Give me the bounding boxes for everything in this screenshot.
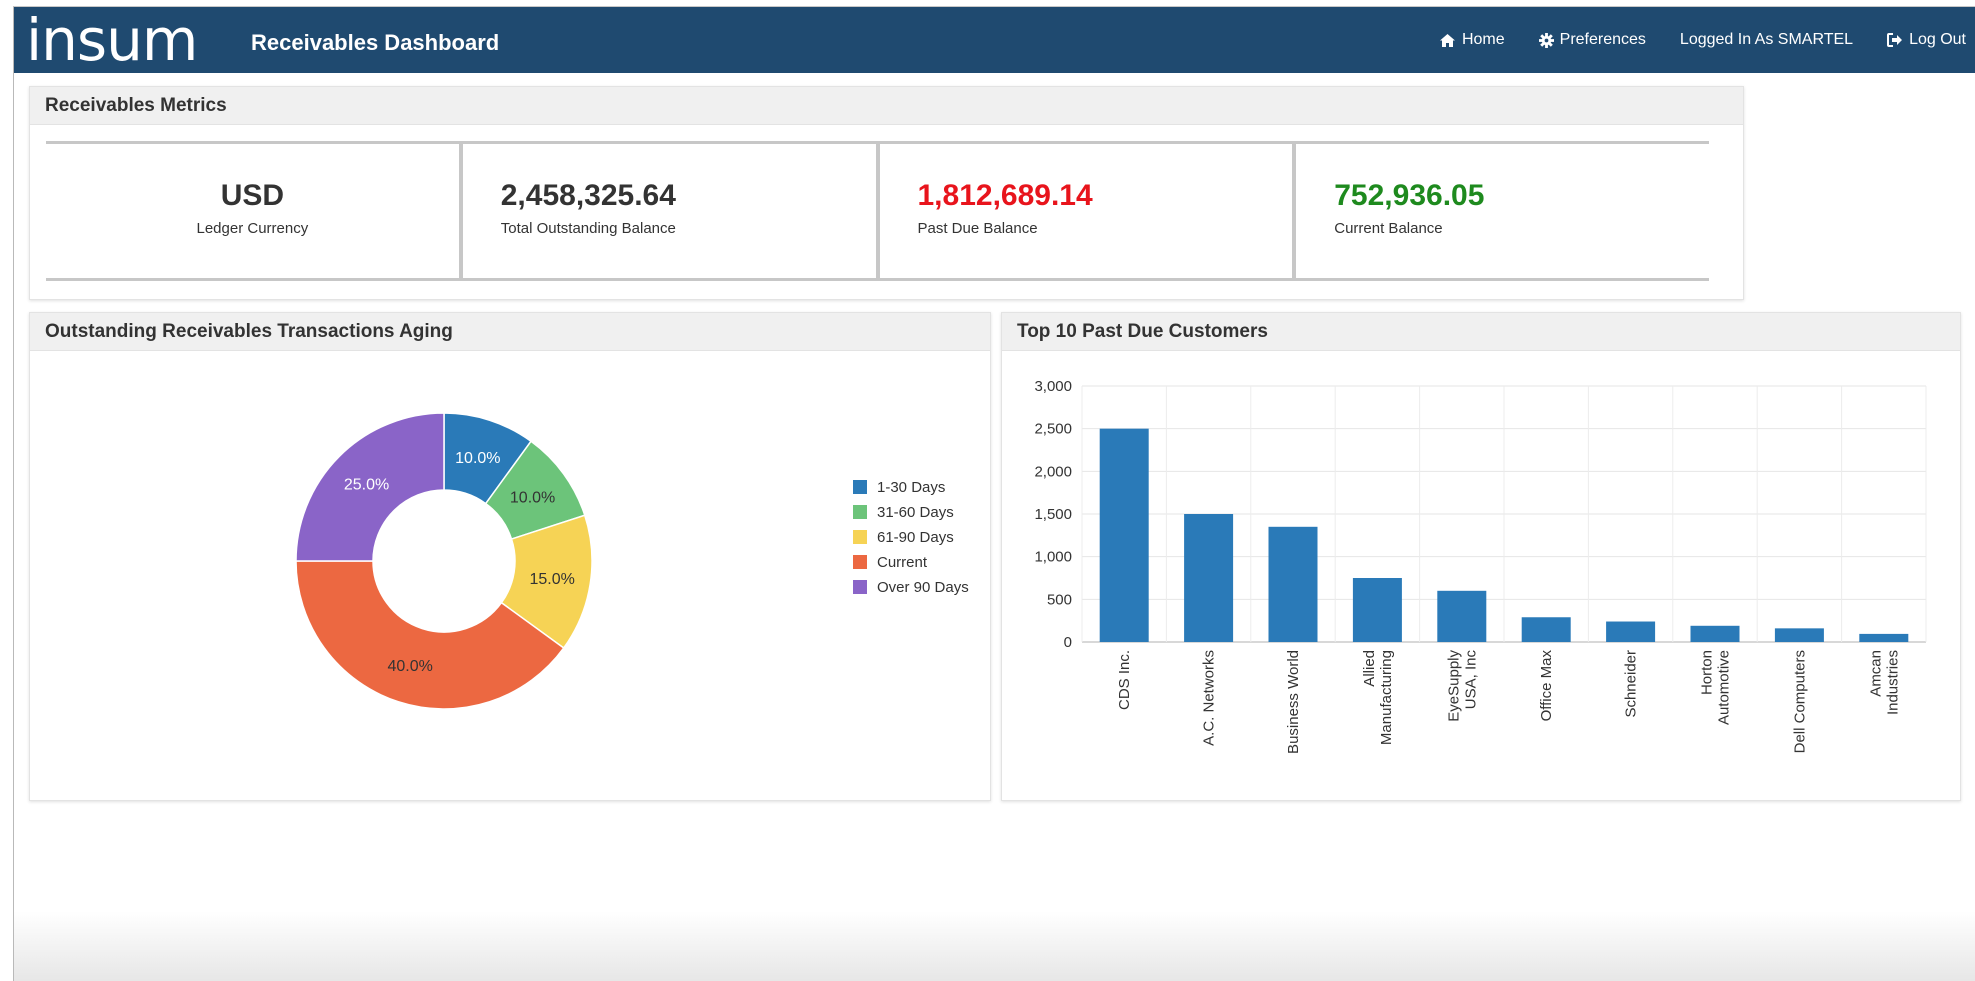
- aging-donut-chart: 10.0% 10.0% 15.0% 40.0% 25.0% 1-30 Days 31-60 …: [295, 412, 969, 710]
- x-tick-label-group: Allied Manufacturing: [1361, 650, 1395, 745]
- nav-logout-link[interactable]: Log Out: [1887, 31, 1966, 49]
- donut-data-label: 25.0%: [344, 477, 389, 494]
- y-tick-label: 3,000: [1034, 378, 1072, 395]
- bar: [1352, 578, 1402, 642]
- x-tick-label: Automotive: [1716, 650, 1733, 725]
- logged-in-user-label: Logged In As SMARTEL: [1679, 31, 1854, 48]
- x-tick-label-group: CDS Inc.: [1116, 650, 1133, 710]
- y-tick-label: 0: [1064, 634, 1072, 651]
- x-tick-label-group: A.C. Networks: [1201, 650, 1218, 746]
- bar: [1437, 590, 1487, 642]
- metric-ledger-currency: USD Ledger Currency: [46, 144, 463, 278]
- x-tick-label: CDS Inc.: [1116, 650, 1133, 710]
- x-tick-label: EyeSupply: [1445, 650, 1462, 722]
- x-tick-label-group: Schneider: [1623, 650, 1640, 718]
- y-tick-label: 500: [1047, 591, 1072, 608]
- metric-value: 752,936.05: [1334, 179, 1485, 212]
- legend-swatch: [853, 530, 867, 544]
- logged-in-user[interactable]: Logged In As SMARTEL: [1680, 31, 1853, 49]
- x-tick-label: Office Max: [1538, 650, 1555, 722]
- nav-home-label: Home: [1461, 31, 1505, 48]
- donut-data-label: 15.0%: [529, 571, 574, 588]
- home-icon: [1439, 33, 1456, 48]
- legend-label: 1-30 Days: [877, 479, 945, 496]
- legend-swatch: [853, 480, 867, 494]
- legend-swatch: [853, 555, 867, 569]
- top-customers-panel: Top 10 Past Due Customers 0 500 1,000 1,500…: [1001, 312, 1961, 801]
- x-tick-label-group: Horton Automotive: [1699, 650, 1733, 725]
- x-tick-label: Manufacturing: [1378, 650, 1395, 745]
- aging-panel: Outstanding Receivables Transactions Agi…: [29, 312, 991, 801]
- y-tick-label: 1,000: [1034, 549, 1072, 566]
- bar: [1606, 621, 1656, 642]
- nav-preferences-label: Preferences: [1559, 31, 1646, 48]
- panel-title: Outstanding Receivables Transactions Agi…: [30, 313, 990, 351]
- x-tick-label-group: EyeSupply USA, Inc: [1445, 650, 1479, 722]
- legend-swatch: [853, 580, 867, 594]
- bar: [1099, 428, 1149, 642]
- bar: [1859, 633, 1909, 642]
- metric-past-due: 1,812,689.14 Past Due Balance: [880, 144, 1297, 278]
- metric-value: USD: [220, 179, 285, 212]
- gear-icon: [1538, 32, 1554, 48]
- y-tick-label: 2,500: [1034, 421, 1072, 438]
- bar: [1774, 628, 1824, 642]
- panel-title: Top 10 Past Due Customers: [1002, 313, 1960, 351]
- legend-label: Over 90 Days: [877, 579, 969, 596]
- x-tick-label-group: Amcan Industries: [1867, 650, 1901, 715]
- panel-title: Receivables Metrics: [30, 87, 1743, 125]
- top-navbar: insum Receivables Dashboard Home Prefere…: [14, 7, 1975, 73]
- metric-label: Ledger Currency: [196, 220, 309, 237]
- bar: [1184, 514, 1234, 642]
- x-tick-label: A.C. Networks: [1201, 650, 1218, 746]
- logout-icon: [1887, 33, 1903, 47]
- bar: [1521, 617, 1571, 642]
- legend-swatch: [853, 505, 867, 519]
- legend-label: 61-90 Days: [877, 529, 954, 546]
- donut-data-label: 40.0%: [387, 658, 432, 675]
- bar: [1690, 625, 1740, 642]
- x-tick-label: Dell Computers: [1791, 650, 1808, 753]
- insum-logo[interactable]: insum: [26, 9, 198, 71]
- x-tick-label: Industries: [1884, 650, 1901, 715]
- bar: [1268, 526, 1318, 642]
- top-customers-bar-chart: 0 500 1,000 1,500 2,000 2,500 3,000 CDS Inc. A.C…: [1034, 378, 1927, 754]
- donut-data-label: 10.0%: [510, 490, 555, 507]
- x-tick-label: Schneider: [1623, 650, 1640, 718]
- metric-label: Current Balance: [1334, 220, 1443, 237]
- nav-preferences-link[interactable]: Preferences: [1538, 31, 1646, 49]
- nav-logout-label: Log Out: [1909, 31, 1966, 48]
- metric-label: Total Outstanding Balance: [500, 220, 676, 237]
- x-tick-label: USA, Inc: [1462, 650, 1479, 710]
- x-tick-label: Business World: [1285, 650, 1302, 754]
- nav-links: Home Preferences Logged In As SMARTEL Lo…: [1439, 7, 1975, 73]
- app-frame: insum Receivables Dashboard Home Prefere…: [13, 6, 1975, 981]
- legend-label: Current: [877, 554, 928, 571]
- x-tick-label: Horton: [1699, 650, 1716, 695]
- metrics-row: USD Ledger Currency 2,458,325.64 Total O…: [46, 141, 1709, 281]
- x-tick-label: Allied: [1361, 650, 1378, 687]
- metric-label: Past Due Balance: [917, 220, 1038, 237]
- app-title[interactable]: Receivables Dashboard: [251, 30, 499, 56]
- x-tick-label-group: Dell Computers: [1791, 650, 1808, 753]
- x-tick-label: Amcan: [1867, 650, 1884, 697]
- metric-value: 2,458,325.64: [500, 179, 676, 212]
- legend-label: 31-60 Days: [877, 504, 954, 521]
- metric-total-outstanding: 2,458,325.64 Total Outstanding Balance: [463, 144, 880, 278]
- metric-value: 1,812,689.14: [917, 179, 1093, 212]
- y-tick-label: 1,500: [1034, 506, 1072, 523]
- receivables-metrics-panel: Receivables Metrics USD Ledger Currency …: [29, 86, 1744, 300]
- metric-current-balance: 752,936.05 Current Balance: [1296, 144, 1709, 278]
- nav-home-link[interactable]: Home: [1439, 31, 1505, 49]
- x-tick-label-group: Office Max: [1538, 650, 1555, 722]
- x-tick-label-group: Business World: [1285, 650, 1302, 754]
- donut-data-label: 10.0%: [455, 450, 500, 467]
- y-tick-label: 2,000: [1034, 463, 1072, 480]
